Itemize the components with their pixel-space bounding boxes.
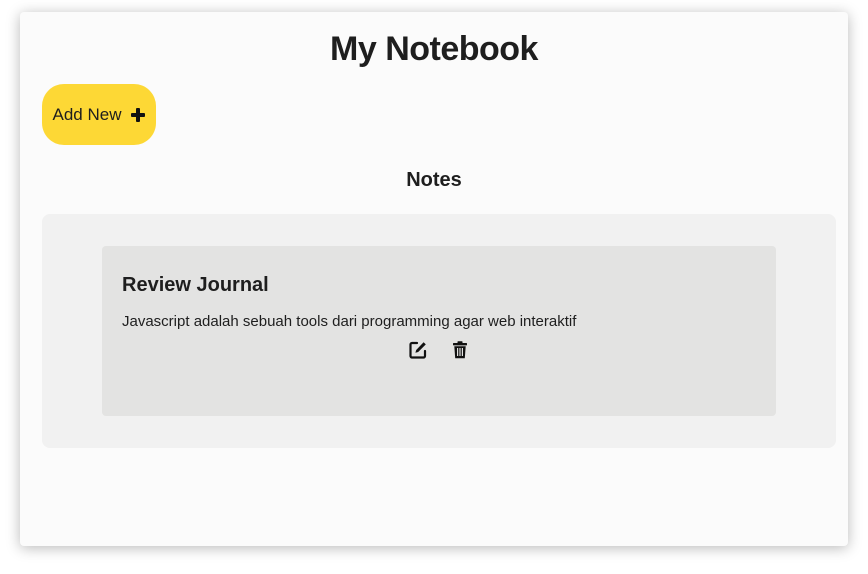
note-body: Javascript adalah sebuah tools dari prog… (122, 313, 577, 330)
plus-icon (131, 107, 146, 122)
page-title: My Notebook (330, 30, 538, 68)
edit-icon[interactable] (408, 340, 428, 360)
app-window: My Notebook Add New Notes Review Journal… (20, 12, 848, 546)
add-new-button[interactable]: Add New (42, 84, 156, 145)
add-new-label: Add New (52, 104, 122, 124)
note-card: Review Journal Javascript adalah sebuah … (102, 246, 776, 416)
notes-list: Review Journal Javascript adalah sebuah … (42, 214, 836, 448)
trash-icon[interactable] (450, 340, 470, 360)
note-actions (102, 340, 776, 360)
notes-heading: Notes (406, 169, 462, 191)
note-title: Review Journal (122, 274, 269, 296)
